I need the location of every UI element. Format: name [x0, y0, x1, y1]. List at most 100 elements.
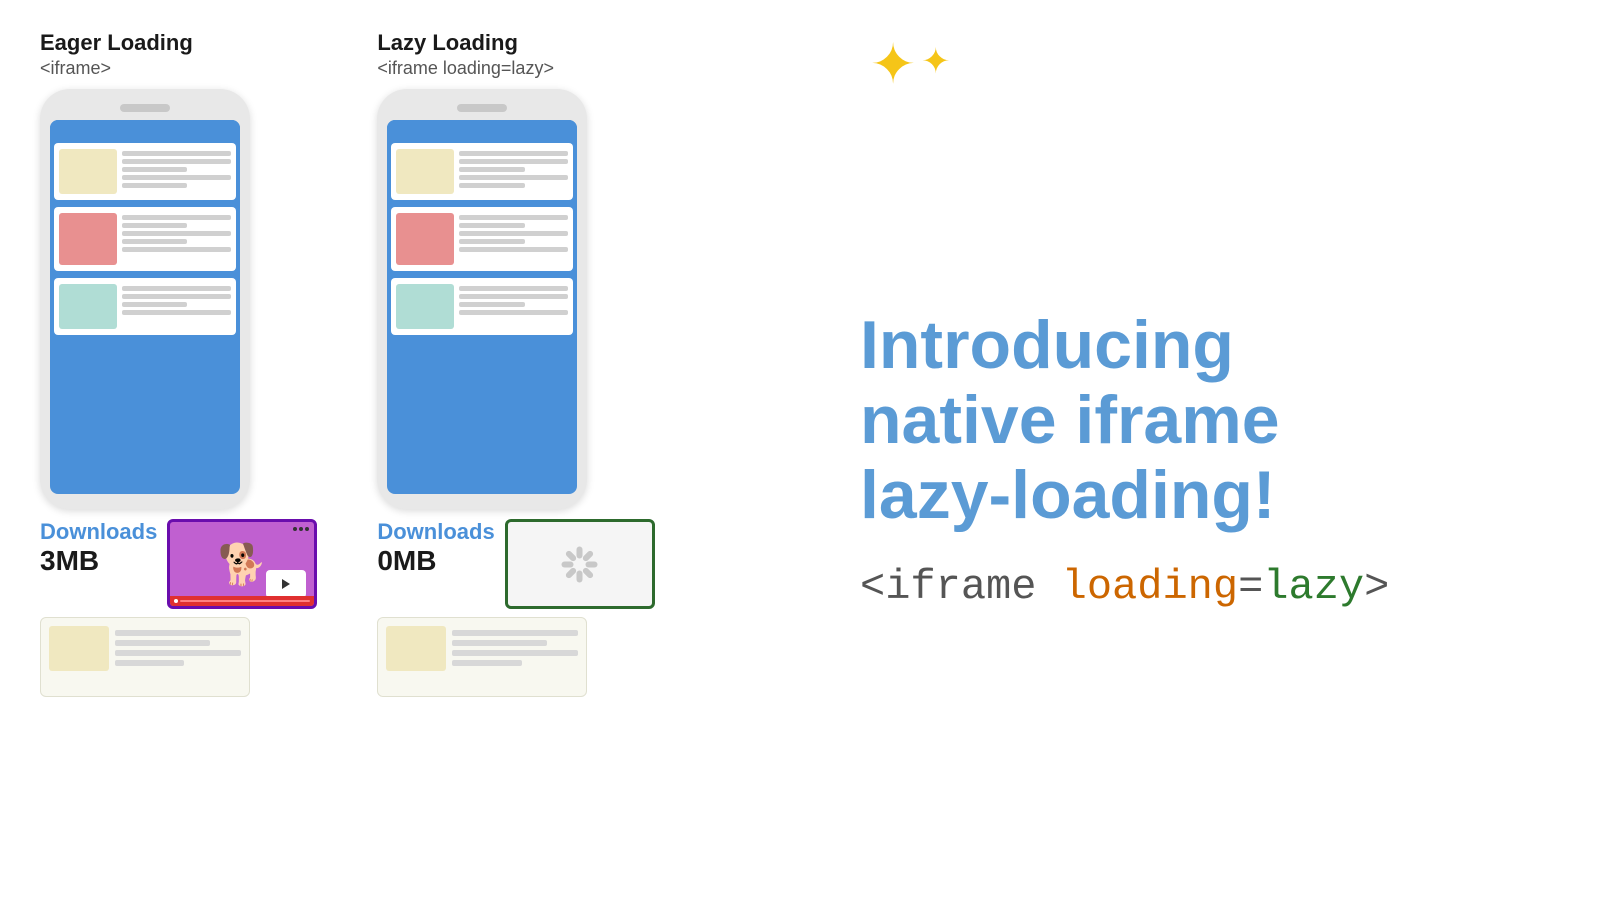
card-line — [122, 247, 231, 252]
card-line — [459, 247, 568, 252]
code-equals: = — [1238, 563, 1263, 611]
card-line — [122, 231, 231, 236]
card-image-1 — [59, 149, 117, 194]
card-lines-3 — [122, 284, 231, 315]
card-line — [459, 215, 568, 220]
card-line — [459, 175, 568, 180]
eager-downloads-text: Downloads 3MB — [40, 519, 157, 577]
card-line — [122, 167, 187, 172]
card-line — [459, 151, 568, 156]
lazy-card-lines-1 — [459, 149, 568, 188]
lazy-code: <iframe loading=lazy> — [377, 58, 654, 79]
card-line — [459, 286, 568, 291]
headline-line2: native iframe — [860, 382, 1280, 458]
screen-card-3 — [54, 278, 236, 335]
code-lazy: lazy — [1263, 563, 1364, 611]
lazy-screen-card-2 — [391, 207, 573, 271]
play-triangle — [282, 579, 290, 589]
eager-downloads-size: 3MB — [40, 545, 157, 577]
video-bar — [170, 596, 314, 606]
lazy-card-lines-2 — [459, 213, 568, 252]
below-fold-image-lazy — [386, 626, 446, 671]
card-image-2 — [59, 213, 117, 265]
card-lines-2 — [122, 213, 231, 252]
video-play-icon — [266, 570, 306, 598]
below-fold-lines-lazy — [452, 626, 578, 666]
below-fold-image-eager — [49, 626, 109, 671]
card-line — [122, 310, 231, 315]
eager-downloads-section: Downloads 3MB 🐕 — [40, 519, 317, 609]
lazy-downloads-section: Downloads 0MB — [377, 519, 654, 609]
sparkle-icon: ✦✦ — [870, 32, 945, 96]
card-line — [122, 151, 231, 156]
headline-text: Introducing native iframe lazy-loading! — [860, 308, 1560, 532]
lazy-screen-card-3 — [391, 278, 573, 335]
bar-dot — [174, 599, 178, 603]
screen-card-1 — [54, 143, 236, 200]
card-line — [122, 215, 231, 220]
card-line — [122, 183, 187, 188]
main-container: ✦✦ Eager Loading <iframe> — [0, 0, 1600, 919]
card-line — [459, 183, 524, 188]
lazy-downloads-label: Downloads — [377, 519, 494, 545]
headline-line3: lazy-loading! — [860, 457, 1276, 533]
eager-code: <iframe> — [40, 58, 317, 79]
lazy-card-image-3 — [396, 284, 454, 329]
lazy-screen-card-1 — [391, 143, 573, 200]
card-line — [459, 223, 524, 228]
card-line — [459, 310, 568, 315]
lazy-loading-column: Lazy Loading <iframe loading=lazy> — [377, 30, 654, 889]
right-section: Introducing native iframe lazy-loading! … — [800, 30, 1560, 889]
lazy-card-image-1 — [396, 149, 454, 194]
card-line — [122, 294, 231, 299]
lazy-downloads-text: Downloads 0MB — [377, 519, 494, 577]
eager-below-fold-card — [40, 617, 250, 697]
lazy-title: Lazy Loading — [377, 30, 654, 56]
card-line — [122, 159, 231, 164]
card-line — [122, 175, 231, 180]
card-line — [122, 302, 187, 307]
card-line — [122, 223, 187, 228]
left-section: Eager Loading <iframe> — [40, 30, 800, 889]
lazy-phone-mockup — [377, 89, 587, 509]
card-line — [459, 302, 524, 307]
lazy-card-lines-3 — [459, 284, 568, 315]
dot — [299, 527, 303, 531]
card-line — [459, 159, 568, 164]
progress-bar — [180, 600, 310, 602]
headline-line1: Introducing — [860, 307, 1234, 383]
screen-top-bar — [50, 120, 240, 138]
lazy-downloads-size: 0MB — [377, 545, 494, 577]
screen-top-bar-lazy — [387, 120, 577, 138]
code-close: > — [1364, 563, 1389, 611]
card-line — [122, 239, 187, 244]
dot — [293, 527, 297, 531]
card-line — [459, 167, 524, 172]
eager-phone-screen — [50, 120, 240, 494]
code-iframe: <iframe — [860, 563, 1062, 611]
lazy-below-fold-card — [377, 617, 587, 697]
card-line — [459, 294, 568, 299]
code-loading: loading — [1062, 563, 1238, 611]
eager-downloads-label: Downloads — [40, 519, 157, 545]
card-line — [122, 286, 231, 291]
below-fold-line — [452, 650, 578, 656]
below-fold-lines-eager — [115, 626, 241, 666]
below-fold-line — [115, 650, 241, 656]
eager-phone-mockup — [40, 89, 250, 509]
dot — [305, 527, 309, 531]
lazy-iframe-preview — [505, 519, 655, 609]
eager-title: Eager Loading — [40, 30, 317, 56]
screen-card-2 — [54, 207, 236, 271]
lazy-label: Lazy Loading <iframe loading=lazy> — [377, 30, 654, 79]
card-line — [459, 231, 568, 236]
below-fold-line — [452, 630, 578, 636]
card-image-3 — [59, 284, 117, 329]
phone-notch — [120, 104, 170, 112]
below-fold-line — [115, 640, 210, 646]
below-fold-line — [452, 640, 547, 646]
lazy-phone-screen — [387, 120, 577, 494]
eager-loading-column: Eager Loading <iframe> — [40, 30, 317, 889]
card-lines-1 — [122, 149, 231, 188]
code-snippet: <iframe loading=lazy> — [860, 563, 1560, 611]
